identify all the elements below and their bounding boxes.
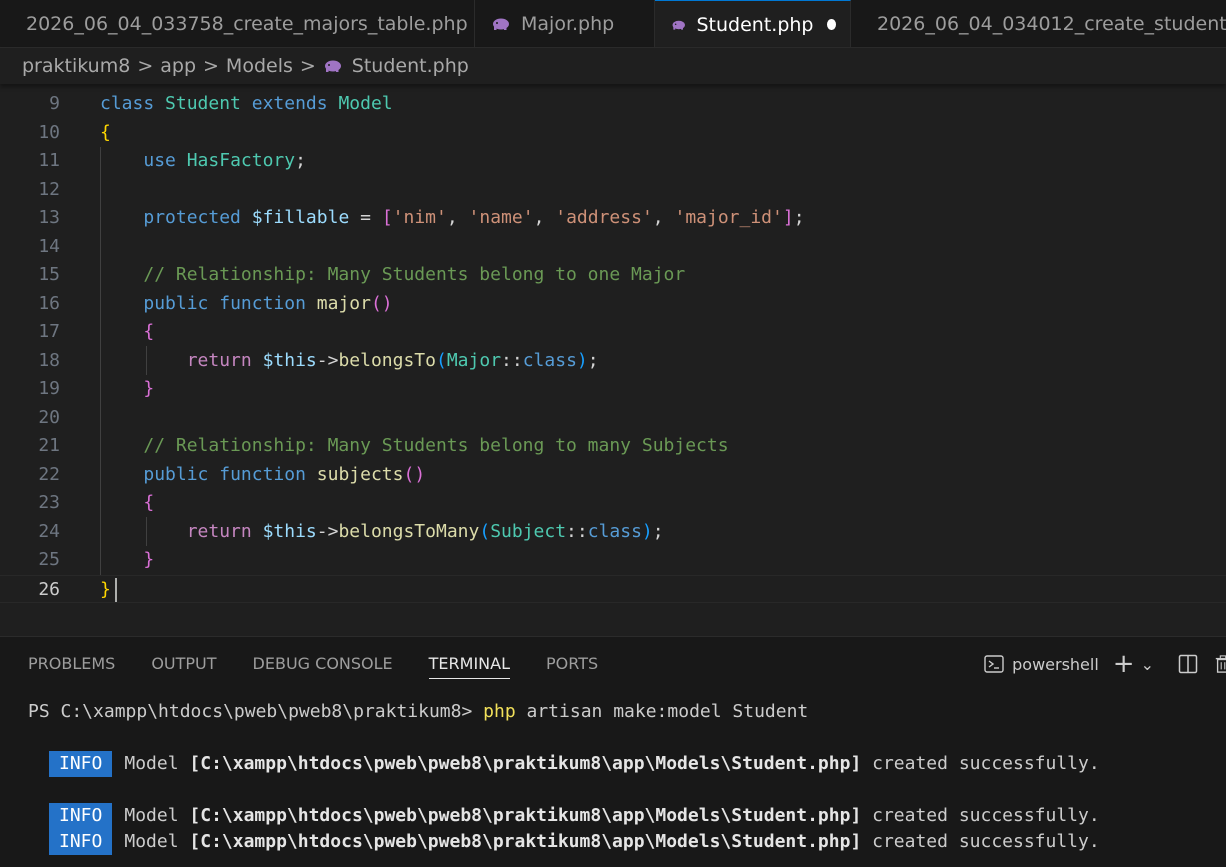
info-badge: INFO [49, 751, 113, 777]
terminal-info-line: INFO Model [C:\xampp\htdocs\pweb\pweb8\pr… [49, 751, 1100, 777]
breadcrumb: praktikum8 > app > Models > Student.php [0, 48, 1226, 84]
code-line: 19 } [0, 375, 1226, 404]
line-number: 10 [38, 121, 60, 143]
line-number: 18 [38, 349, 60, 371]
code-editor[interactable]: 9 class Student extends Model 10 { 11 us… [0, 90, 1226, 610]
code-line: 22 public function subjects() [0, 461, 1226, 490]
line-number: 24 [38, 520, 60, 542]
breadcrumb-item-project[interactable]: praktikum8 [22, 55, 130, 77]
code-line: 15 // Relationship: Many Students belong… [0, 261, 1226, 290]
code-line: 10 { [0, 119, 1226, 148]
tab-student-php[interactable]: Student.php [655, 0, 851, 47]
breadcrumb-separator: > [203, 55, 219, 77]
line-number: 11 [38, 150, 60, 171]
tab-terminal[interactable]: TERMINAL [428, 637, 511, 691]
line-number: 17 [38, 321, 60, 342]
elephant-icon [672, 20, 685, 30]
line-number: 20 [38, 406, 60, 428]
terminal-prompt-line: PS C:\xampp\htdocs\pweb\pweb8\praktikum8… [28, 701, 809, 722]
info-badge: INFO [49, 803, 113, 829]
code-line: 25 } [0, 546, 1226, 575]
line-number: 21 [38, 435, 60, 456]
tab-output[interactable]: OUTPUT [151, 637, 216, 691]
breadcrumb-item-app[interactable]: app [160, 55, 196, 77]
breadcrumb-separator: > [299, 55, 316, 77]
plus-icon[interactable]: + [1113, 651, 1135, 677]
tab-label: 2026_06_04_034012_create_students_t [877, 13, 1226, 35]
tab-problems[interactable]: PROBLEMS [28, 637, 115, 691]
code-line: 16 public function major() [0, 290, 1226, 319]
tab-debug-console[interactable]: DEBUG CONSOLE [253, 637, 393, 691]
split-icon[interactable] [1178, 654, 1198, 674]
panel-actions: powershell + ⌄ [984, 637, 1226, 691]
text-cursor [114, 577, 117, 602]
line-number: 13 [38, 207, 60, 228]
line-number: 25 [38, 549, 60, 570]
trash-icon[interactable] [1214, 654, 1226, 674]
elephant-icon [493, 18, 509, 30]
tab-label: Major.php [521, 13, 615, 35]
current-code-line: 26 } [0, 574, 1226, 603]
breadcrumb-separator: > [137, 55, 154, 77]
unsaved-dot-icon[interactable] [827, 19, 836, 30]
line-number: 9 [49, 93, 60, 114]
code-line: 21 // Relationship: Many Students belong… [0, 432, 1226, 461]
tab-label: 2026_06_04_033758_create_majors_table.ph… [26, 13, 468, 35]
code-line: 23 { [0, 489, 1226, 518]
code-line: 20 [0, 404, 1226, 433]
bottom-panel: PROBLEMS OUTPUT DEBUG CONSOLE TERMINAL P… [0, 636, 1226, 867]
breadcrumb-item-file[interactable]: Student.php [352, 55, 469, 77]
terminal-info-line: INFO Model [C:\xampp\htdocs\pweb\pweb8\pr… [49, 829, 1100, 855]
shell-selector[interactable]: powershell [1012, 655, 1099, 674]
editor-tab-bar: 2026_06_04_033758_create_majors_table.ph… [0, 0, 1226, 48]
code-line: 11 use HasFactory; [0, 147, 1226, 176]
tab-major-php[interactable]: Major.php [475, 0, 655, 47]
line-number: 16 [38, 292, 60, 314]
code-line: 12 [0, 176, 1226, 205]
code-line: 9 class Student extends Model [0, 90, 1226, 119]
code-line: 24 return $this->belongsToMany(Subject::… [0, 518, 1226, 547]
tab-create-majors-table[interactable]: 2026_06_04_033758_create_majors_table.ph… [0, 0, 475, 47]
code-line: 17 { [0, 318, 1226, 347]
line-number: 15 [38, 264, 60, 285]
line-number: 22 [38, 463, 60, 485]
line-number: 12 [38, 178, 60, 200]
breadcrumb-item-models[interactable]: Models [226, 55, 293, 77]
code-line: 13 protected $fillable = ['nim', 'name',… [0, 204, 1226, 233]
chevron-down-icon[interactable]: ⌄ [1141, 655, 1154, 674]
line-number: 19 [38, 378, 60, 399]
terminal-info-line: INFO Model [C:\xampp\htdocs\pweb\pweb8\pr… [49, 803, 1100, 829]
line-number: 23 [38, 492, 60, 513]
tab-create-students-table[interactable]: 2026_06_04_034012_create_students_t [851, 0, 1226, 47]
line-number: 26 [38, 578, 60, 600]
line-number: 14 [38, 235, 60, 257]
info-badge: INFO [49, 829, 113, 855]
elephant-icon [324, 60, 341, 72]
terminal-icon [984, 655, 1004, 673]
tab-label: Student.php [696, 13, 814, 36]
code-line: 18 return $this->belongsTo(Major::class)… [0, 347, 1226, 376]
tab-ports[interactable]: PORTS [546, 637, 598, 691]
code-line: 14 [0, 233, 1226, 262]
